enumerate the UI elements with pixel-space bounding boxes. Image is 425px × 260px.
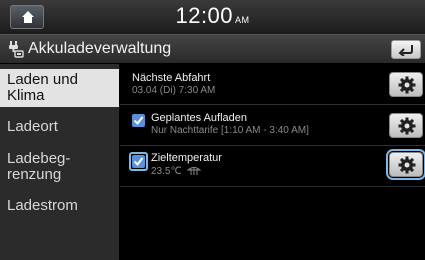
settings-button[interactable] (389, 72, 423, 97)
sidebar-item-ladebegrenzung[interactable]: Ladebeg-renzung (0, 151, 119, 187)
clock-ampm: AM (235, 15, 250, 25)
checkmark-icon (133, 157, 144, 167)
settings-list: Nächste Abfahrt 03.04 (Di) 7:30 AM Gepla… (120, 64, 425, 260)
battery-plug-icon (9, 41, 24, 58)
defrost-icon (187, 167, 201, 175)
zieltemperatur-checkbox[interactable] (132, 155, 145, 168)
title-bar: Akkuladeverwaltung (0, 35, 425, 63)
list-item-geplantes-aufladen[interactable]: Geplantes Aufladen Nur Nachttarife [1:10… (120, 105, 425, 146)
sidebar-item-ladeort[interactable]: Ladeort (0, 119, 119, 143)
sidebar-item-laden-und-klima[interactable]: Laden und Klima (0, 69, 119, 107)
row-subtitle: 03.04 (Di) 7:30 AM (132, 85, 216, 96)
settings-button[interactable] (389, 113, 423, 138)
page-title: Akkuladeverwaltung (28, 40, 172, 57)
sidebar-item-ladestrom[interactable]: Ladestrom (0, 198, 119, 222)
list-item-zieltemperatur[interactable]: Zieltemperatur 23.5℃ (120, 146, 425, 187)
clock: 12:00 AM (0, 3, 425, 29)
sidebar-item-label: Laden und Klima (7, 71, 78, 104)
row-title: Geplantes Aufladen (151, 112, 248, 124)
back-arrow-icon (398, 45, 413, 56)
settings-button[interactable] (386, 149, 425, 180)
row-subtitle: 23.5℃ (151, 166, 182, 177)
row-subtitle: Nur Nachttarife [1:10 AM - 3:40 AM] (151, 125, 309, 136)
row-title: Nächste Abfahrt (132, 72, 211, 84)
gear-icon (398, 76, 416, 94)
gear-icon (398, 156, 416, 174)
geplantes-aufladen-checkbox[interactable] (132, 114, 145, 127)
back-button[interactable] (391, 40, 421, 59)
sidebar-item-label: Ladestrom (7, 197, 78, 214)
sidebar-item-label: Ladebeg-renzung (7, 150, 71, 183)
gear-icon (398, 117, 416, 135)
sidebar-item-label: Ladeort (7, 118, 58, 135)
status-bar: 12:00 AM (0, 0, 425, 35)
sidebar: Laden und Klima Ladeort Ladebeg-renzung … (0, 64, 119, 260)
clock-time: 12:00 (175, 3, 234, 28)
row-title: Zieltemperatur (151, 152, 222, 164)
list-item-naechste-abfahrt[interactable]: Nächste Abfahrt 03.04 (Di) 7:30 AM (120, 64, 425, 105)
checkmark-icon (133, 116, 144, 126)
